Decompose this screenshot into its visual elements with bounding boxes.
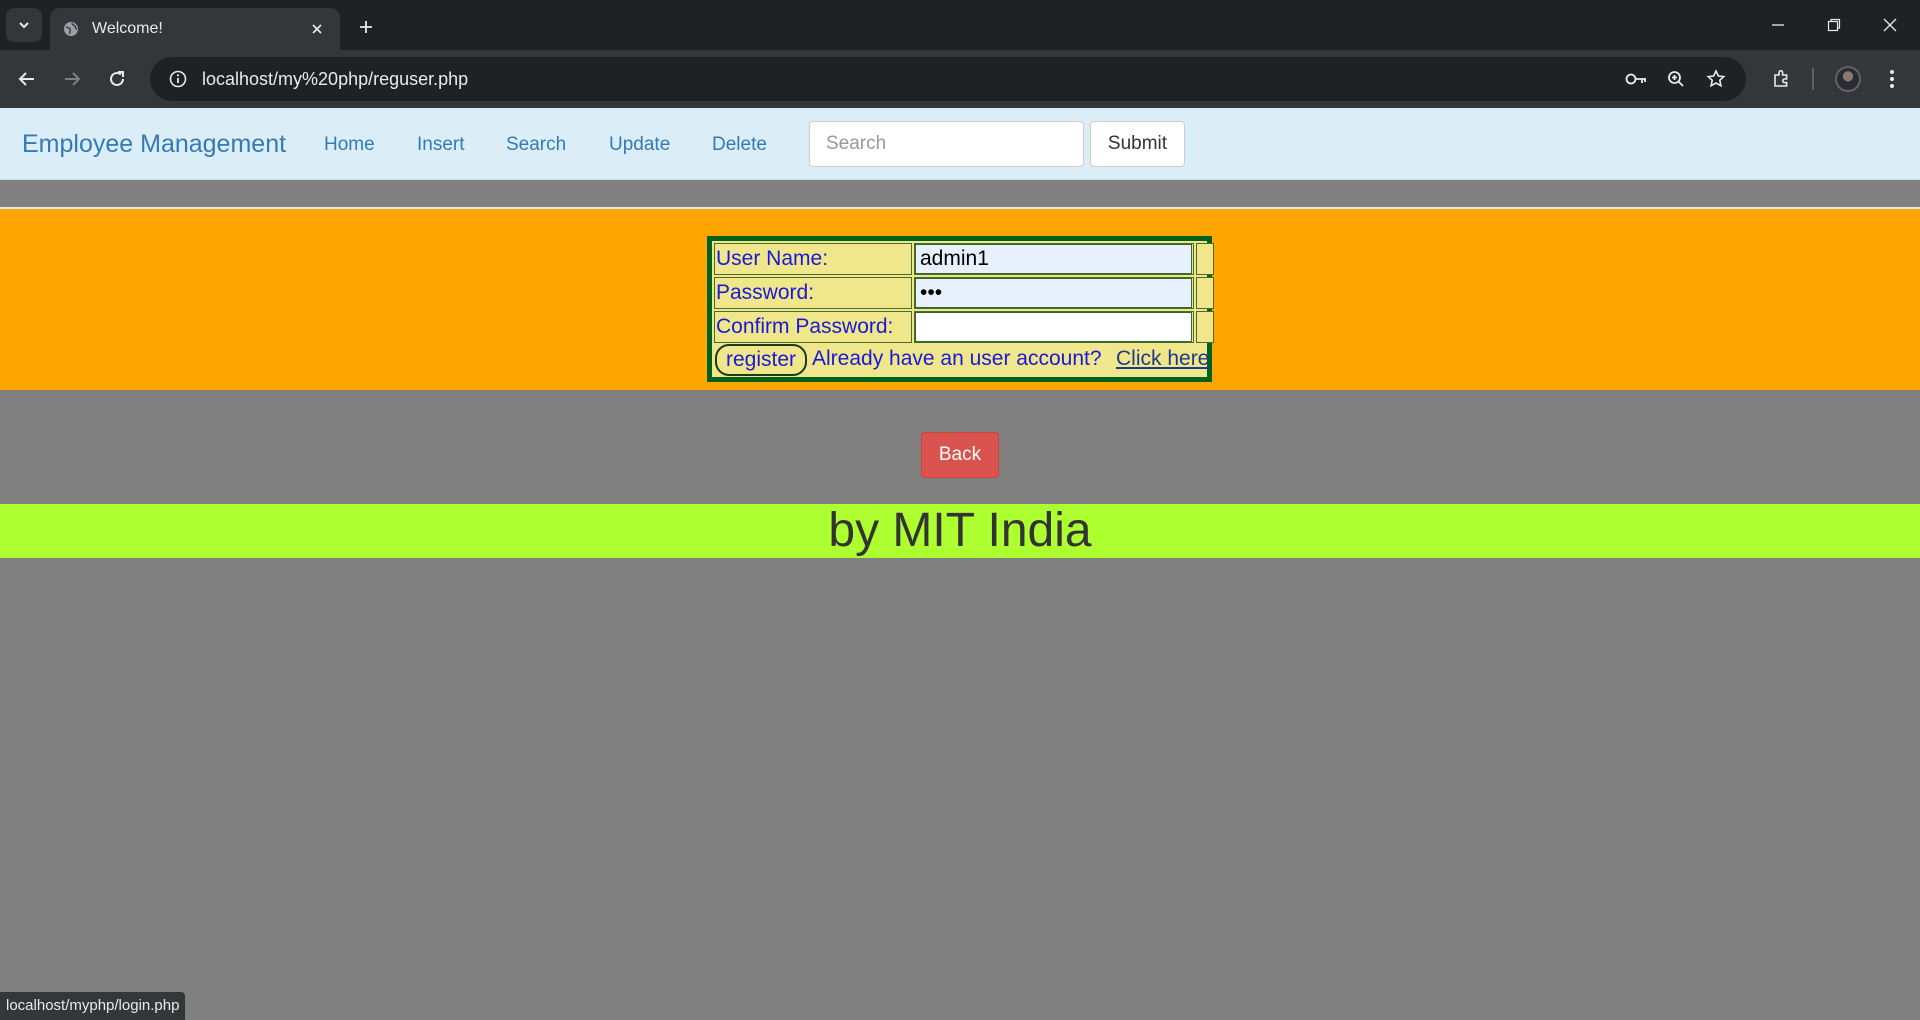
browser-tab[interactable]: Welcome!	[50, 8, 340, 50]
extensions-icon[interactable]	[1762, 60, 1802, 98]
reload-icon[interactable]	[98, 60, 136, 98]
register-form-table: User Name: Password: Confirm Password: r…	[707, 236, 1214, 382]
minimize-icon[interactable]	[1750, 6, 1806, 44]
navbar-search-input[interactable]	[809, 121, 1084, 167]
confirm-password-row: Confirm Password:	[714, 311, 1214, 343]
zoom-icon[interactable]	[1656, 57, 1696, 101]
register-button[interactable]: register	[715, 344, 807, 376]
back-arrow-icon[interactable]	[8, 60, 46, 98]
nav-home-link[interactable]: Home	[324, 134, 375, 156]
close-tab-icon[interactable]	[306, 18, 328, 40]
confirm-password-input[interactable]	[915, 312, 1192, 342]
brand-link[interactable]: Employee Management	[22, 130, 286, 159]
new-tab-icon[interactable]	[352, 13, 380, 41]
password-cell	[914, 277, 1194, 309]
nav-delete-link[interactable]: Delete	[712, 134, 767, 156]
username-row: User Name:	[714, 243, 1214, 275]
already-account-text: Already have an user account?	[812, 347, 1102, 370]
tab-title: Welcome!	[92, 20, 163, 37]
site-info-icon[interactable]	[156, 57, 200, 101]
chevron-down-icon	[19, 22, 29, 29]
nav-search-link[interactable]: Search	[506, 134, 566, 156]
forward-arrow-icon[interactable]	[53, 60, 91, 98]
toolbar-divider	[1812, 68, 1814, 90]
avatar	[1835, 66, 1861, 92]
table-cell	[1196, 277, 1214, 309]
nav-update-link[interactable]: Update	[609, 134, 670, 156]
footer-credit: by MIT India	[0, 504, 1920, 558]
table-cell	[1196, 311, 1214, 343]
status-bar-url: localhost/myphp/login.php	[0, 992, 186, 1020]
confirm-password-label: Confirm Password:	[714, 311, 912, 343]
password-label: Password:	[714, 277, 912, 309]
username-input[interactable]	[915, 244, 1192, 274]
browser-toolbar: localhost/my%20php/reguser.php	[0, 50, 1920, 108]
login-link[interactable]: Click here	[1116, 347, 1209, 371]
username-label: User Name:	[714, 243, 912, 275]
table-cell	[1196, 243, 1214, 275]
browser-tab-strip: Welcome!	[0, 0, 1920, 50]
close-window-icon[interactable]	[1862, 6, 1918, 44]
username-cell	[914, 243, 1194, 275]
tab-search-button[interactable]	[6, 8, 42, 42]
actions-row: register Already have an user account? C…	[714, 343, 1209, 377]
menu-kebab-icon[interactable]	[1872, 60, 1912, 98]
navbar-submit-button[interactable]: Submit	[1090, 121, 1185, 167]
password-key-icon[interactable]	[1616, 57, 1656, 101]
address-bar[interactable]: localhost/my%20php/reguser.php	[150, 57, 1746, 101]
restore-icon[interactable]	[1806, 6, 1862, 44]
back-button[interactable]: Back	[921, 432, 999, 478]
globe-icon	[62, 20, 80, 38]
bookmark-star-icon[interactable]	[1696, 57, 1736, 101]
password-input[interactable]	[915, 278, 1192, 308]
url-text: localhost/my%20php/reguser.php	[202, 68, 469, 89]
confirm-password-cell	[914, 311, 1194, 343]
profile-avatar[interactable]	[1828, 60, 1868, 98]
password-row: Password:	[714, 277, 1214, 309]
nav-insert-link[interactable]: Insert	[417, 134, 465, 156]
site-navbar: Employee Management Home Insert Search U…	[0, 108, 1920, 180]
